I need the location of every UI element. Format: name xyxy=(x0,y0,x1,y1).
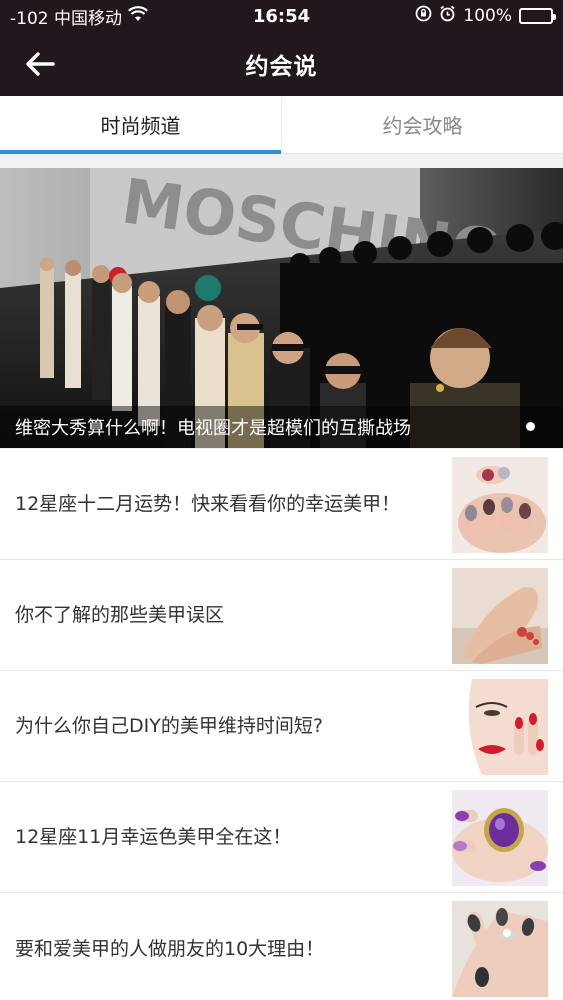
dark-nails-ring-thumbnail xyxy=(452,901,548,997)
article-title: 为什么你自己DIY的美甲维持时间短? xyxy=(15,715,323,737)
back-button[interactable] xyxy=(20,46,60,82)
wifi-icon xyxy=(128,5,148,27)
tab-fashion-channel[interactable]: 时尚频道 xyxy=(0,96,281,154)
tab-dating-guide[interactable]: 约会攻略 xyxy=(281,96,563,153)
article-title: 12星座十二月运势！快来看看你的幸运美甲！ xyxy=(15,493,401,515)
list-item[interactable]: 为什么你自己DIY的美甲维持时间短? xyxy=(0,671,563,782)
feet-pedicure-thumbnail xyxy=(452,568,548,664)
carousel-indicator-dot[interactable] xyxy=(526,422,535,431)
featured-banner[interactable]: MOSCHINO 维密大秀算什么啊！电视圈才是超模们的互撕战场 xyxy=(0,168,563,448)
banner-caption: 维密大秀算什么啊！电视圈才是超模们的互撕战场 xyxy=(0,406,563,448)
rotation-lock-icon xyxy=(415,5,432,27)
battery-percent: 100% xyxy=(463,6,512,26)
article-list: 12星座十二月运势！快来看看你的幸运美甲！ 你不了解的那些美甲误区 为什么你自己… xyxy=(0,449,563,1000)
list-item[interactable]: 12星座11月幸运色美甲全在这！ xyxy=(0,782,563,893)
purple-ring-nails-thumbnail xyxy=(452,790,548,886)
alarm-icon xyxy=(439,5,456,27)
arrow-left-icon xyxy=(26,52,55,76)
carrier-label: -102 中国移动 xyxy=(10,8,122,29)
status-right: 100% xyxy=(415,5,556,27)
page-title: 约会说 xyxy=(245,54,318,80)
status-bar: -102 中国移动 16:54 100% xyxy=(0,0,563,32)
list-item[interactable]: 要和爱美甲的人做朋友的10大理由！ xyxy=(0,893,563,1000)
list-item[interactable]: 12星座十二月运势！快来看看你的幸运美甲！ xyxy=(0,449,563,560)
tab-bar: 时尚频道 约会攻略 xyxy=(0,96,563,154)
article-title: 你不了解的那些美甲误区 xyxy=(15,604,225,626)
article-title: 要和爱美甲的人做朋友的10大理由！ xyxy=(15,937,325,960)
red-lips-red-nails-thumbnail xyxy=(452,679,548,775)
list-item[interactable]: 你不了解的那些美甲误区 xyxy=(0,560,563,671)
article-title: 12星座11月幸运色美甲全在这！ xyxy=(15,826,292,848)
status-left: -102 中国移动 xyxy=(10,4,148,29)
nav-bar: 约会说 xyxy=(0,32,563,96)
nail-art-thumbnail xyxy=(452,457,548,553)
battery-icon xyxy=(519,8,556,24)
